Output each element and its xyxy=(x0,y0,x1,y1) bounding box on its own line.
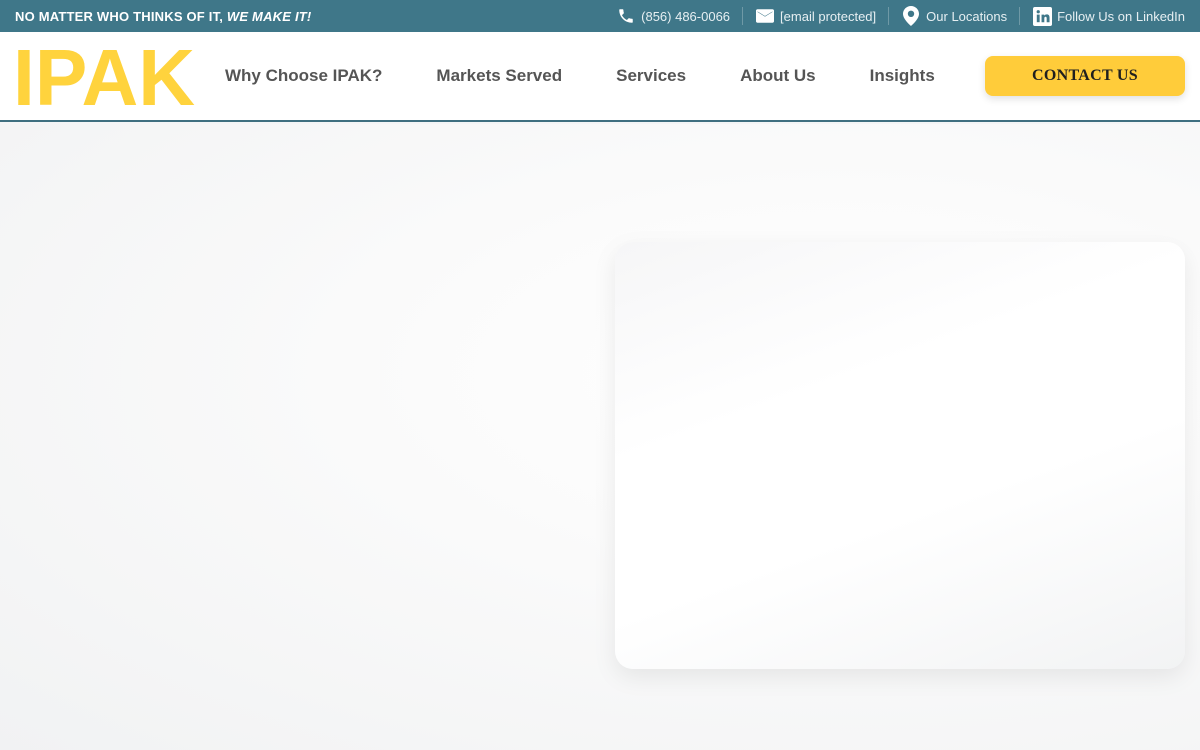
locations-link[interactable]: Our Locations xyxy=(889,6,1021,26)
nav-markets-served[interactable]: Markets Served xyxy=(436,66,562,86)
nav-about-us[interactable]: About Us xyxy=(740,66,816,86)
main-nav: Why Choose IPAK? Markets Served Services… xyxy=(225,66,935,86)
hero-section xyxy=(0,124,1200,750)
locations-label: Our Locations xyxy=(926,8,1008,24)
tagline-emphasis: WE MAKE IT! xyxy=(226,8,312,24)
phone-number: (856) 486-0066 xyxy=(641,8,731,24)
phone-icon xyxy=(616,6,636,26)
email-icon xyxy=(755,6,775,26)
main-header: IPAK Why Choose IPAK? Markets Served Ser… xyxy=(0,32,1200,122)
contact-us-button[interactable]: CONTACT US xyxy=(985,56,1185,96)
nav-services[interactable]: Services xyxy=(616,66,686,86)
logo-wordmark: IPAK xyxy=(15,41,195,111)
ipak-logo[interactable]: IPAK xyxy=(15,41,195,111)
location-pin-icon xyxy=(901,6,921,26)
nav-why-choose-ipak[interactable]: Why Choose IPAK? xyxy=(225,66,382,86)
linkedin-label: Follow Us on LinkedIn xyxy=(1057,8,1185,24)
nav-insights[interactable]: Insights xyxy=(870,66,935,86)
email-link[interactable]: [email protected] xyxy=(743,6,890,26)
linkedin-icon xyxy=(1032,6,1052,26)
linkedin-link[interactable]: Follow Us on LinkedIn xyxy=(1020,6,1185,26)
top-utility-bar: NO MATTER WHO THINKS OF IT, WE MAKE IT! … xyxy=(0,0,1200,32)
email-address: [email protected] xyxy=(780,8,877,24)
utility-links: (856) 486-0066 [email protected] Our Loc… xyxy=(604,0,1185,32)
tagline: NO MATTER WHO THINKS OF IT, WE MAKE IT! xyxy=(15,9,311,24)
tagline-main: NO MATTER WHO THINKS OF IT, xyxy=(15,8,227,24)
phone-link[interactable]: (856) 486-0066 xyxy=(604,6,744,26)
hero-card xyxy=(615,242,1185,669)
